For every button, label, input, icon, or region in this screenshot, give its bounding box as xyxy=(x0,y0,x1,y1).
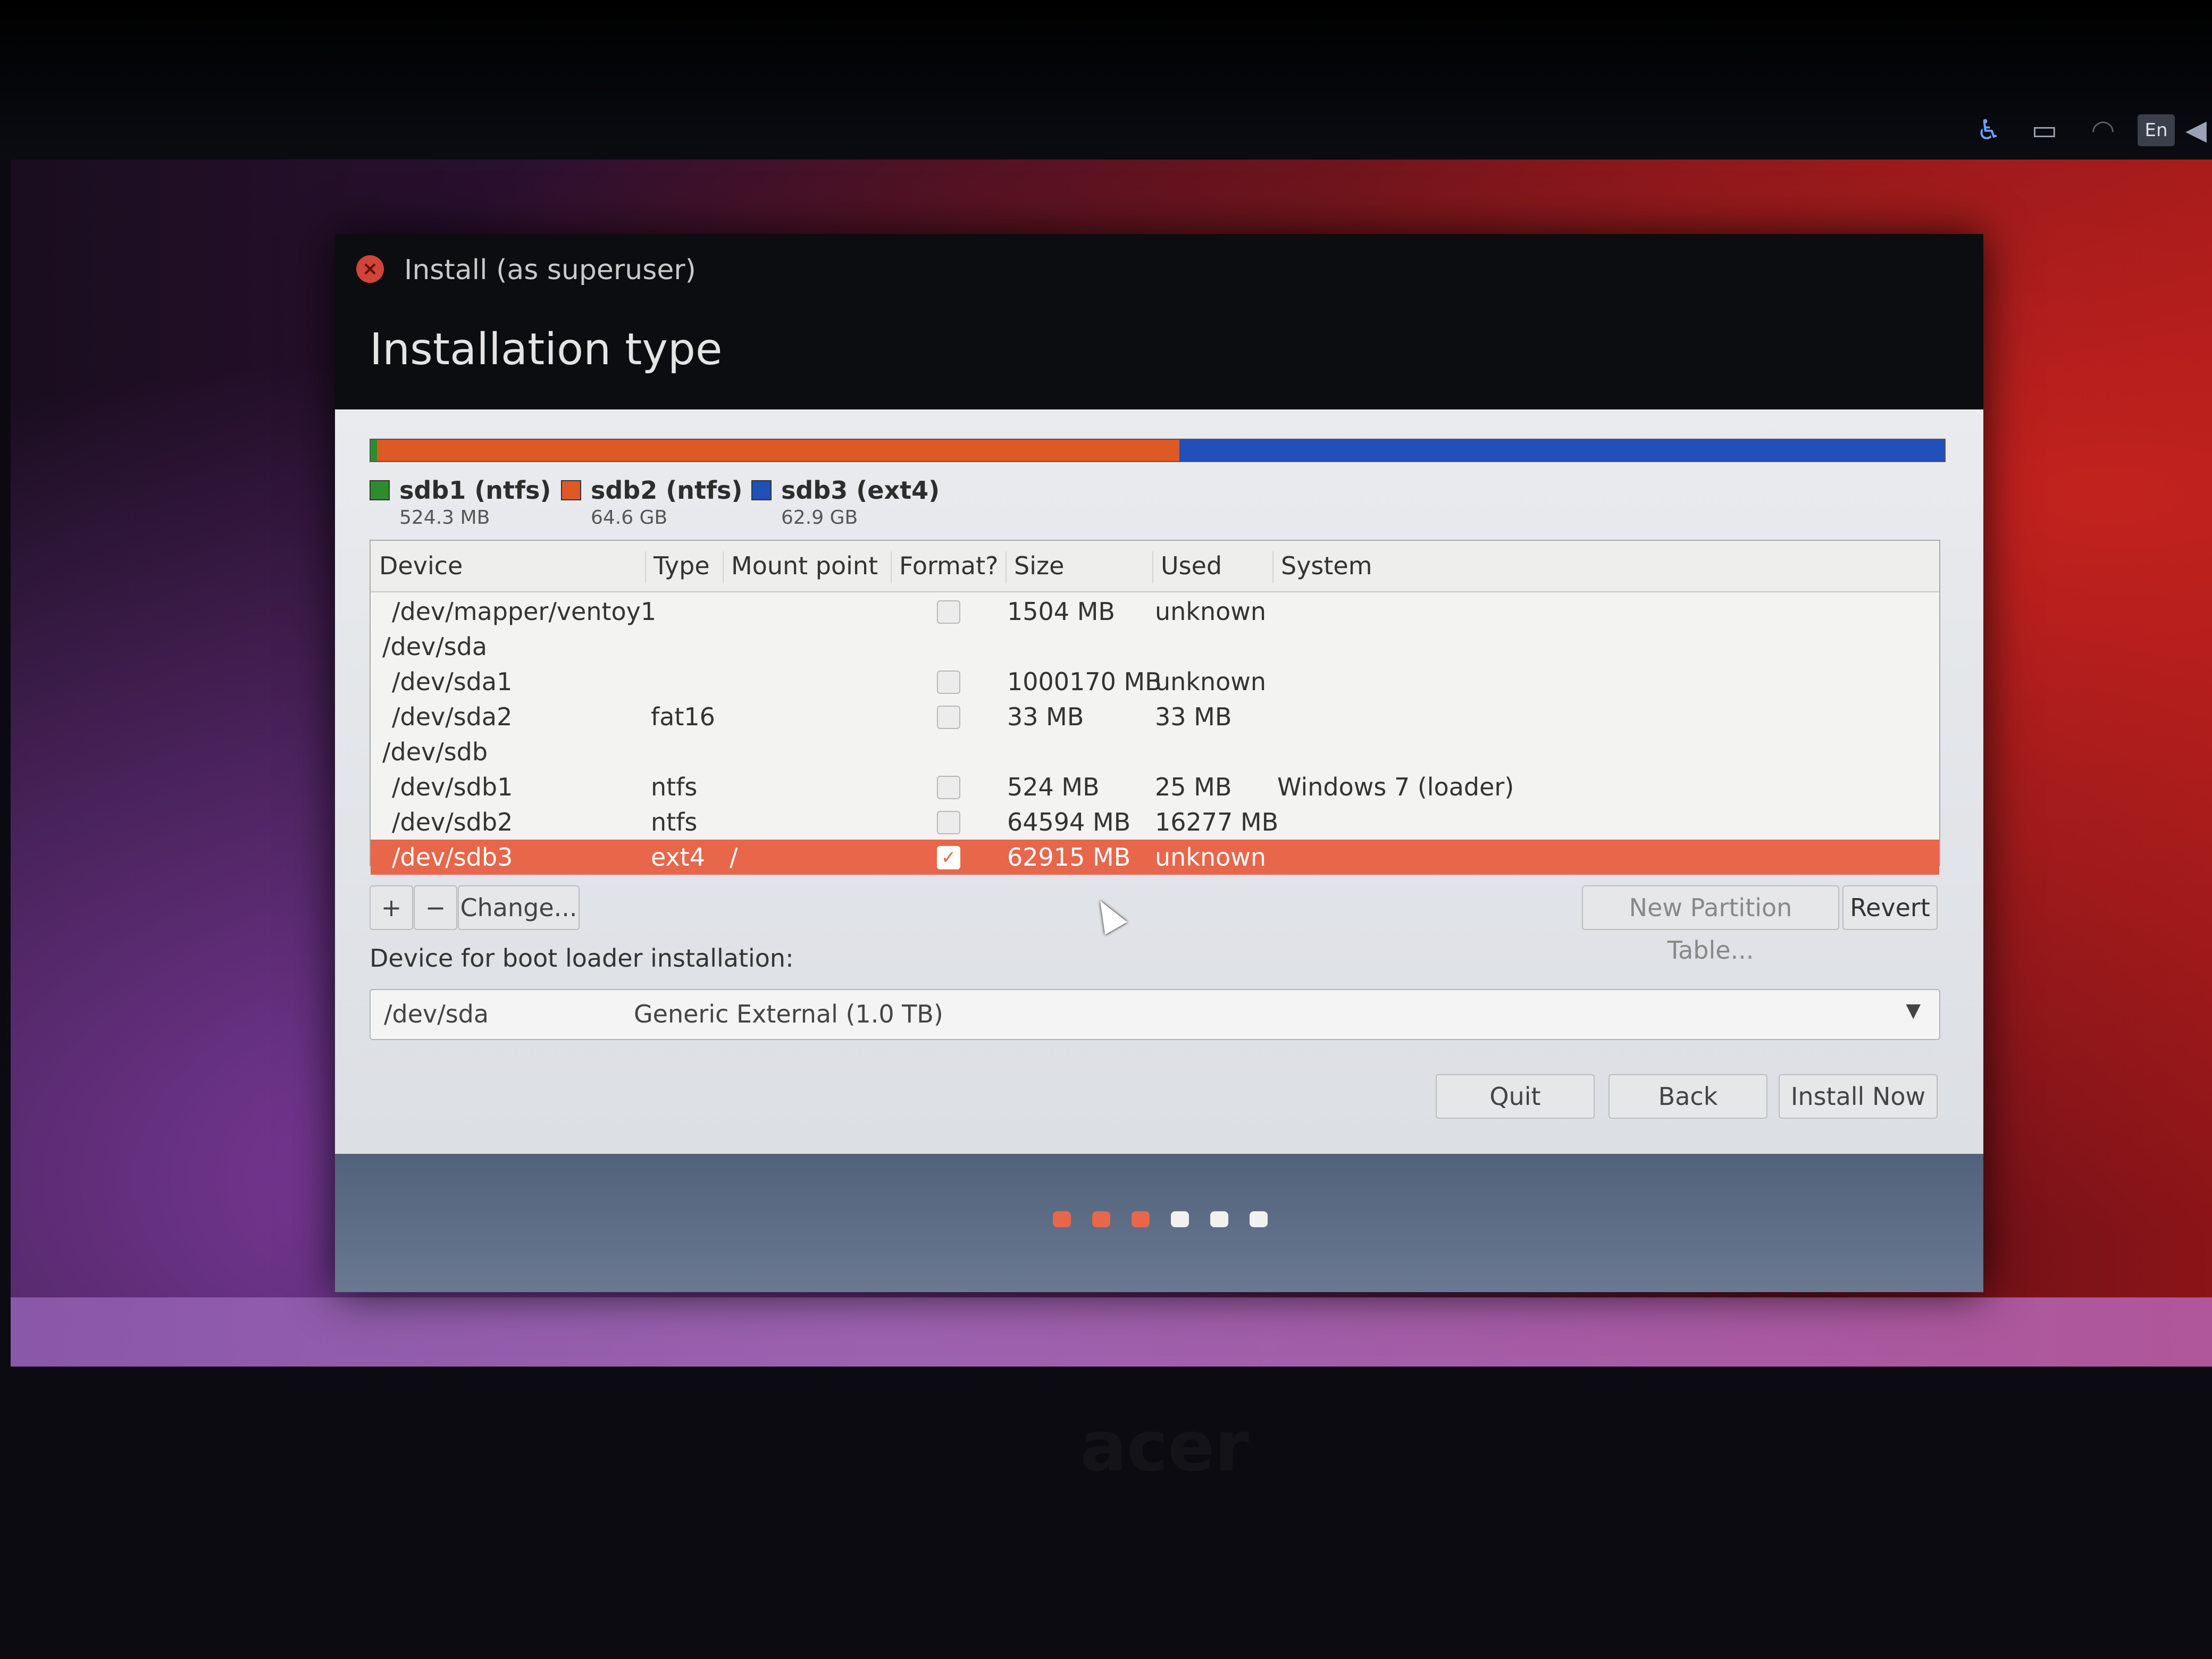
cell-used: 25 MB xyxy=(1155,773,1232,801)
installer-window: × Install (as superuser) Installation ty… xyxy=(335,234,1983,1292)
photo-background: ♿ ▭ ◠ En ◀ acer × Install (as superuser)… xyxy=(0,0,2212,1659)
network-icon[interactable]: ◠ xyxy=(2087,114,2119,146)
cell-size: 33 MB xyxy=(1007,702,1084,731)
legend-name: sdb3 (ext4) xyxy=(781,476,940,505)
bootloader-label: Device for boot loader installation: xyxy=(370,944,794,973)
accessibility-icon[interactable]: ♿ xyxy=(1973,114,2005,146)
table-row[interactable]: /dev/sda1 1000170 MB unknown xyxy=(371,664,1939,699)
cell-used: unknown xyxy=(1155,843,1267,872)
installer-footer xyxy=(335,1154,1983,1292)
format-checkbox[interactable] xyxy=(937,671,960,694)
monitor-brand-logo: acer xyxy=(1080,1406,1249,1487)
volume-icon[interactable]: ◀ xyxy=(2185,114,2207,146)
cell-device: /dev/sda xyxy=(382,632,488,661)
page-title: Installation type xyxy=(370,324,723,375)
partition-segment xyxy=(1179,440,1945,461)
column-header-system[interactable]: System xyxy=(1272,551,1919,583)
progress-step-dot xyxy=(1053,1211,1071,1227)
cell-used: 33 MB xyxy=(1155,702,1232,731)
format-checkbox[interactable]: ✓ xyxy=(937,846,960,869)
format-checkbox[interactable] xyxy=(937,811,960,834)
change-partition-button[interactable]: Change... xyxy=(458,885,580,930)
cell-used: 16277 MB xyxy=(1155,808,1279,836)
cell-type: ntfs xyxy=(651,808,698,836)
back-button[interactable]: Back xyxy=(1608,1074,1767,1119)
progress-step-dot xyxy=(1171,1211,1189,1227)
new-partition-table-button[interactable]: New Partition Table... xyxy=(1582,885,1839,965)
remove-partition-button[interactable]: − xyxy=(414,885,457,930)
progress-step-dot xyxy=(1250,1211,1268,1227)
close-icon[interactable]: × xyxy=(356,255,384,283)
partition-table[interactable]: Device Type Mount point Format? Size Use… xyxy=(370,540,1940,875)
cell-device: /dev/sdb1 xyxy=(392,773,513,801)
cell-type: ntfs xyxy=(651,773,698,801)
cell-size: 62915 MB xyxy=(1007,843,1131,872)
partition-segment xyxy=(371,440,377,461)
progress-step-dot xyxy=(1210,1211,1228,1227)
cell-size: 524 MB xyxy=(1007,773,1100,801)
revert-button[interactable]: Revert xyxy=(1842,885,1938,930)
partition-usage-bar xyxy=(370,439,1946,462)
install-now-button[interactable]: Install Now xyxy=(1779,1074,1938,1119)
table-row[interactable]: /dev/sdb1 ntfs 524 MB 25 MB Windows 7 (loade… xyxy=(371,769,1939,805)
table-row[interactable]: /dev/sda2 fat16 33 MB 33 MB xyxy=(371,699,1939,734)
table-row[interactable]: /dev/mapper/ventoy1 1504 MB unknown xyxy=(371,594,1939,629)
cell-device: /dev/sdb2 xyxy=(392,808,513,836)
bootloader-device-description: Generic External (1.0 TB) xyxy=(634,1000,943,1028)
legend-name: sdb1 (ntfs) xyxy=(399,476,551,505)
legend-swatch xyxy=(561,480,581,500)
partition-legend: sdb1 (ntfs) 524.3 MB sdb2 (ntfs) 64.6 GB… xyxy=(370,476,1433,534)
progress-step-dot xyxy=(1132,1211,1150,1227)
table-row[interactable]: /dev/sdb xyxy=(371,734,1939,769)
quit-button[interactable]: Quit xyxy=(1436,1074,1595,1119)
cell-size: 1000170 MB xyxy=(1007,667,1162,696)
add-partition-button[interactable]: + xyxy=(370,885,413,930)
cell-device: /dev/sdb3 xyxy=(392,843,513,872)
cell-size: 1504 MB xyxy=(1007,597,1115,626)
desktop-bottom-strip xyxy=(11,1297,2212,1367)
partition-segment xyxy=(376,440,1180,461)
progress-step-dot xyxy=(1092,1211,1110,1227)
format-checkbox[interactable] xyxy=(937,600,960,624)
table-row[interactable]: /dev/sda xyxy=(371,629,1939,664)
legend-swatch xyxy=(370,480,390,500)
column-header-format[interactable]: Format? xyxy=(891,551,1007,583)
cell-system: Windows 7 (loader) xyxy=(1277,773,1514,801)
column-header-size[interactable]: Size xyxy=(1006,551,1153,583)
cell-used: unknown xyxy=(1155,597,1267,626)
battery-icon[interactable]: ▭ xyxy=(2029,114,2060,146)
bootloader-device-select[interactable]: /dev/sda Generic External (1.0 TB) ▼ xyxy=(370,989,1940,1040)
table-row[interactable]: /dev/sdb2 ntfs 64594 MB 16277 MB xyxy=(371,805,1939,840)
cell-mount-point: / xyxy=(730,843,738,872)
cell-type: ext4 xyxy=(651,843,706,872)
cell-size: 64594 MB xyxy=(1007,808,1131,836)
legend-size: 62.9 GB xyxy=(781,507,858,529)
top-panel: ♿ ▭ ◠ En ◀ xyxy=(0,0,2212,160)
legend-size: 64.6 GB xyxy=(591,507,668,529)
cell-device: /dev/sdb xyxy=(382,738,488,766)
format-checkbox[interactable] xyxy=(937,706,960,729)
installation-type-panel: sdb1 (ntfs) 524.3 MB sdb2 (ntfs) 64.6 GB… xyxy=(335,409,1983,1154)
cell-type: fat16 xyxy=(651,702,715,731)
step-progress-indicator xyxy=(1053,1211,1276,1233)
column-header-type[interactable]: Type xyxy=(645,551,724,583)
bootloader-device: /dev/sda xyxy=(384,1000,489,1028)
legend-swatch xyxy=(751,480,772,500)
cell-device: /dev/mapper/ventoy1 xyxy=(392,597,657,626)
legend-name: sdb2 (ntfs) xyxy=(591,476,743,505)
column-header-device[interactable]: Device xyxy=(371,551,646,583)
table-header: Device Type Mount point Format? Size Use… xyxy=(371,541,1939,592)
keyboard-layout-indicator[interactable]: En xyxy=(2138,114,2175,146)
chevron-down-icon: ▼ xyxy=(1906,1000,1921,1021)
column-header-used[interactable]: Used xyxy=(1152,551,1273,583)
format-checkbox[interactable] xyxy=(937,776,960,799)
window-titlebar: × Install (as superuser) xyxy=(335,234,1983,308)
column-header-mount-point[interactable]: Mount point xyxy=(723,551,892,583)
cell-device: /dev/sda2 xyxy=(392,702,513,731)
legend-size: 524.3 MB xyxy=(399,507,490,529)
table-row[interactable]: /dev/sdb3 ext4 / 62915 MB unknown ✓ xyxy=(371,840,1939,875)
cell-used: unknown xyxy=(1155,667,1267,696)
window-title: Install (as superuser) xyxy=(404,254,696,286)
cell-device: /dev/sda1 xyxy=(392,667,513,696)
